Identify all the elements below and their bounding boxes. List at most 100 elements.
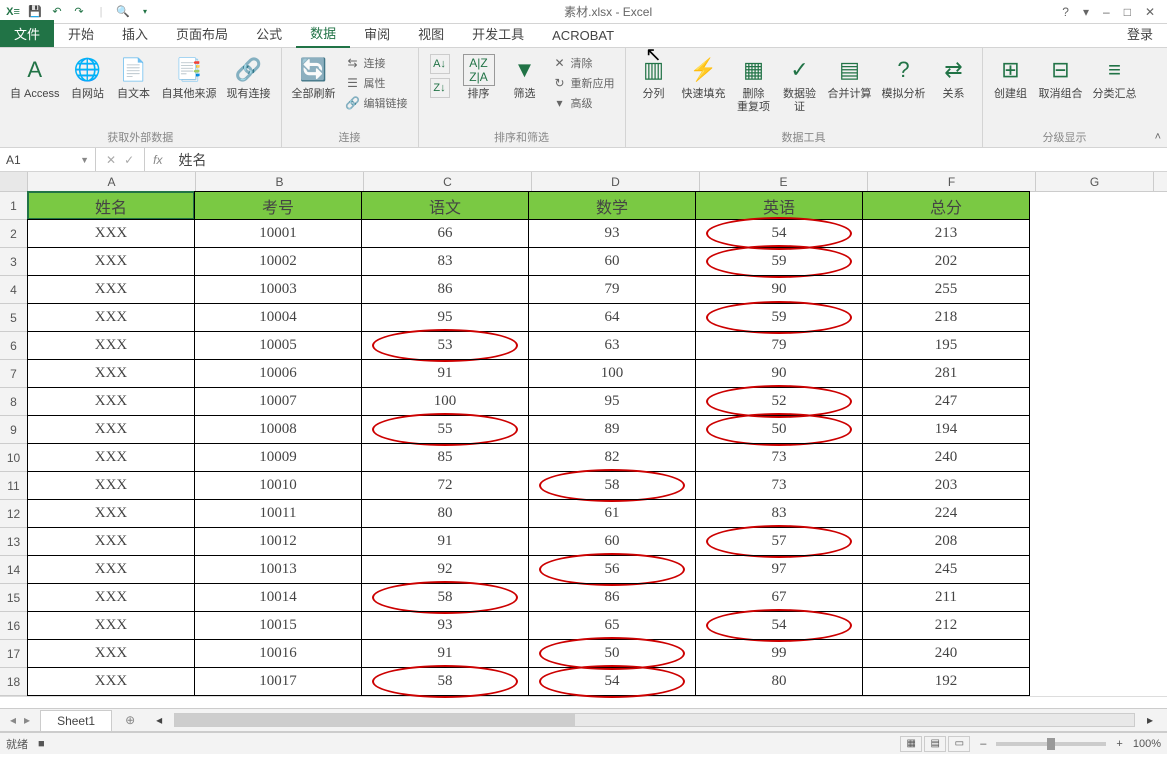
zoom-slider[interactable] bbox=[996, 742, 1106, 746]
tab-file[interactable]: 文件 bbox=[0, 20, 54, 47]
hscroll-right-icon[interactable]: ▸ bbox=[1147, 713, 1153, 727]
from-other-button[interactable]: 📑自其他来源 bbox=[162, 54, 217, 101]
table-cell[interactable] bbox=[1030, 220, 1148, 248]
table-cell[interactable]: XXX bbox=[27, 331, 195, 360]
table-header-cell[interactable]: 考号 bbox=[194, 191, 362, 220]
view-pagebreak-icon[interactable]: ▭ bbox=[948, 736, 970, 752]
hscroll-track[interactable] bbox=[174, 713, 1135, 727]
table-cell[interactable]: 54 bbox=[528, 667, 696, 696]
table-cell[interactable]: XXX bbox=[27, 387, 195, 416]
relations-button[interactable]: ⇄关系 bbox=[936, 54, 972, 101]
table-cell[interactable]: 10007 bbox=[194, 387, 362, 416]
row-header[interactable]: 14 bbox=[0, 556, 28, 584]
row-header[interactable]: 17 bbox=[0, 640, 28, 668]
row-header[interactable]: 15 bbox=[0, 584, 28, 612]
table-cell[interactable]: 10010 bbox=[194, 471, 362, 500]
table-cell[interactable]: 213 bbox=[862, 219, 1030, 248]
table-cell[interactable]: XXX bbox=[27, 219, 195, 248]
table-cell[interactable]: 91 bbox=[361, 359, 529, 388]
table-header-cell[interactable]: 英语 bbox=[695, 191, 863, 220]
properties-button[interactable]: ☰属性 bbox=[346, 74, 386, 92]
table-cell[interactable]: 10012 bbox=[194, 527, 362, 556]
table-cell[interactable]: 10017 bbox=[194, 667, 362, 696]
table-cell[interactable]: 10002 bbox=[194, 247, 362, 276]
table-cell[interactable]: XXX bbox=[27, 275, 195, 304]
table-cell[interactable]: 58 bbox=[361, 583, 529, 612]
table-cell[interactable]: 86 bbox=[528, 583, 696, 612]
table-cell[interactable]: 10013 bbox=[194, 555, 362, 584]
table-cell[interactable]: 91 bbox=[361, 527, 529, 556]
flash-fill-button[interactable]: ⚡快速填充 bbox=[682, 54, 726, 101]
hscroll-left-icon[interactable]: ◂ bbox=[156, 713, 162, 727]
table-cell[interactable]: 195 bbox=[862, 331, 1030, 360]
filter-button[interactable]: ▼ 筛选 bbox=[507, 54, 543, 101]
table-cell[interactable]: 10016 bbox=[194, 639, 362, 668]
table-cell[interactable]: 54 bbox=[695, 611, 863, 640]
table-header-cell[interactable]: 数学 bbox=[528, 191, 696, 220]
undo-icon[interactable]: ↶ bbox=[48, 3, 66, 21]
table-cell[interactable]: 247 bbox=[862, 387, 1030, 416]
whatif-button[interactable]: ?模拟分析 bbox=[882, 54, 926, 101]
table-cell[interactable]: XXX bbox=[27, 555, 195, 584]
table-cell[interactable]: 52 bbox=[695, 387, 863, 416]
table-cell[interactable]: 99 bbox=[695, 639, 863, 668]
table-cell[interactable]: 65 bbox=[528, 611, 696, 640]
table-cell[interactable]: 90 bbox=[695, 359, 863, 388]
row-header[interactable]: 4 bbox=[0, 276, 28, 304]
formula-input[interactable]: 姓名 bbox=[170, 148, 1167, 171]
table-cell[interactable] bbox=[1030, 472, 1148, 500]
view-layout-icon[interactable]: ▤ bbox=[924, 736, 946, 752]
table-cell[interactable]: 89 bbox=[528, 415, 696, 444]
col-header-C[interactable]: C bbox=[364, 172, 532, 191]
table-cell[interactable]: 50 bbox=[528, 639, 696, 668]
row-header[interactable]: 10 bbox=[0, 444, 28, 472]
table-cell[interactable] bbox=[1030, 528, 1148, 556]
cancel-formula-icon[interactable]: ✕ bbox=[106, 153, 116, 167]
table-header-cell[interactable] bbox=[1030, 192, 1148, 220]
table-cell[interactable]: 82 bbox=[528, 443, 696, 472]
table-cell[interactable]: 53 bbox=[361, 331, 529, 360]
row-header[interactable]: 12 bbox=[0, 500, 28, 528]
col-header-A[interactable]: A bbox=[28, 172, 196, 191]
maximize-icon[interactable]: □ bbox=[1124, 5, 1131, 19]
table-cell[interactable] bbox=[1030, 416, 1148, 444]
ribbon-opts-icon[interactable]: ▾ bbox=[1083, 5, 1089, 19]
table-cell[interactable]: XXX bbox=[27, 247, 195, 276]
table-cell[interactable]: 59 bbox=[695, 247, 863, 276]
close-icon[interactable]: ✕ bbox=[1145, 5, 1155, 19]
text-to-cols-button[interactable]: ▥分列 bbox=[636, 54, 672, 101]
table-cell[interactable]: 192 bbox=[862, 667, 1030, 696]
table-cell[interactable]: 240 bbox=[862, 443, 1030, 472]
table-cell[interactable]: 10004 bbox=[194, 303, 362, 332]
ungroup-button[interactable]: ⊟取消组合 bbox=[1039, 54, 1083, 101]
table-cell[interactable]: 211 bbox=[862, 583, 1030, 612]
table-cell[interactable]: 10014 bbox=[194, 583, 362, 612]
table-cell[interactable]: 255 bbox=[862, 275, 1030, 304]
table-cell[interactable]: 240 bbox=[862, 639, 1030, 668]
table-cell[interactable]: 60 bbox=[528, 247, 696, 276]
col-header-B[interactable]: B bbox=[196, 172, 364, 191]
table-cell[interactable]: 208 bbox=[862, 527, 1030, 556]
table-cell[interactable] bbox=[1030, 360, 1148, 388]
table-cell[interactable]: XXX bbox=[27, 639, 195, 668]
table-cell[interactable]: XXX bbox=[27, 443, 195, 472]
table-cell[interactable] bbox=[1030, 248, 1148, 276]
from-access-button[interactable]: A自 Access bbox=[10, 54, 60, 101]
tab-nav-next-icon[interactable]: ▸ bbox=[24, 713, 30, 727]
from-web-button[interactable]: 🌐自网站 bbox=[70, 54, 106, 101]
table-cell[interactable] bbox=[1030, 276, 1148, 304]
tab-公式[interactable]: 公式 bbox=[242, 20, 296, 47]
minimize-icon[interactable]: – bbox=[1103, 5, 1110, 19]
table-cell[interactable] bbox=[1030, 556, 1148, 584]
tab-开始[interactable]: 开始 bbox=[54, 20, 108, 47]
table-cell[interactable] bbox=[1030, 640, 1148, 668]
table-cell[interactable]: 58 bbox=[361, 667, 529, 696]
qat-dropdown-icon[interactable]: ▾ bbox=[136, 3, 154, 21]
table-cell[interactable]: 83 bbox=[695, 499, 863, 528]
sort-button[interactable]: A|ZZ|A 排序 bbox=[461, 54, 497, 101]
table-cell[interactable]: 93 bbox=[361, 611, 529, 640]
table-cell[interactable]: XXX bbox=[27, 667, 195, 696]
table-cell[interactable] bbox=[1030, 612, 1148, 640]
table-cell[interactable]: 10009 bbox=[194, 443, 362, 472]
table-cell[interactable]: 80 bbox=[695, 667, 863, 696]
